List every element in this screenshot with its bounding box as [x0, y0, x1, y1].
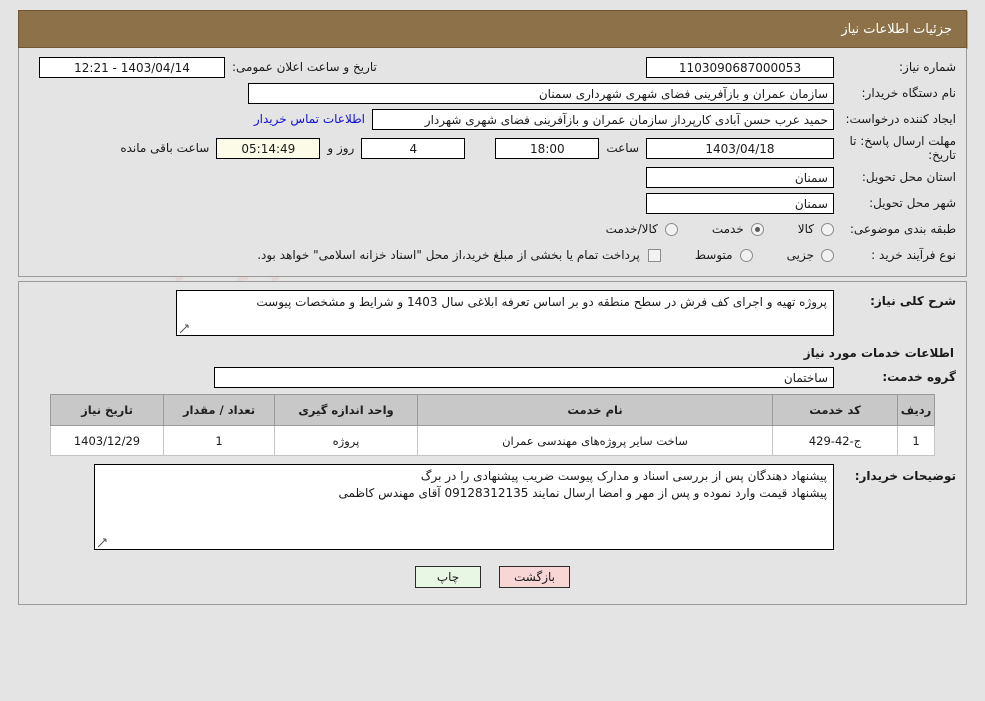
deadline-label: مهلت ارسال پاسخ: تا تاریخ:	[849, 134, 956, 162]
service-group-label: گروه خدمت:	[882, 369, 956, 384]
deadline-time-field[interactable]: 18:00	[495, 137, 600, 159]
buyer-notes-line2: پیشنهاد قیمت وارد نموده و پس از مهر و ام…	[338, 486, 828, 500]
page-title: جزئیات اطلاعات نیاز	[18, 10, 967, 48]
row-buyer-org: نام دستگاه خریدار: سازمان عمران و بازآفر…	[29, 82, 956, 104]
deadline-date-field[interactable]: 1403/04/18	[646, 137, 834, 159]
table-header-row: ردیف کد خدمت نام خدمت واحد اندازه گیری ت…	[50, 394, 935, 426]
radio-medium-icon[interactable]	[739, 248, 753, 262]
cell-qty: 1	[163, 425, 275, 456]
treasury-checkbox-wrap[interactable]: پرداخت تمام یا بخشی از مبلغ خرید،از محل …	[257, 248, 661, 262]
cell-date: 1403/12/29	[50, 425, 164, 456]
province-field[interactable]: سمنان	[646, 166, 834, 188]
description-services-panel: شرح کلی نیاز: پروژه تهیه و اجرای کف فرش …	[18, 281, 967, 605]
resize-grip-icon[interactable]	[97, 538, 107, 548]
row-need-number: شماره نیاز: 1103090687000053 تاریخ و ساع…	[29, 56, 956, 78]
buyer-notes-line1: پیشنهاد دهندگان پس از بررسی اسناد و مدار…	[420, 469, 827, 483]
detail-page: جزئیات اطلاعات نیاز شماره نیاز: 11030906…	[18, 10, 967, 605]
radio-category-service[interactable]: خدمت	[712, 222, 764, 236]
table-row: 1 ج-42-429 ساخت سایر پروژه‌های مهندسی عم…	[50, 425, 935, 456]
province-label: استان محل تحویل:	[861, 169, 956, 184]
buyer-notes-label: توضیحات خریدار:	[854, 469, 956, 483]
radio-goods-label: کالا	[797, 222, 814, 236]
services-section-title: اطلاعات خدمات مورد نیاز	[803, 346, 954, 360]
countdown-timer: 05:14:49	[216, 137, 321, 159]
need-description-textarea[interactable]: پروژه تهیه و اجرای کف فرش در سطح منطقه د…	[176, 290, 834, 336]
services-table: ردیف کد خدمت نام خدمت واحد اندازه گیری ت…	[50, 394, 935, 456]
col-date: تاریخ نیاز	[50, 394, 164, 426]
radio-minor-icon[interactable]	[821, 248, 834, 262]
category-label: طبقه بندی موضوعی:	[849, 221, 956, 236]
public-announce-field[interactable]: 1403/04/14 - 12:21	[39, 56, 225, 78]
city-field[interactable]: سمنان	[646, 192, 834, 214]
radio-goods-icon[interactable]	[821, 222, 834, 236]
public-announce-label: تاریخ و ساعت اعلان عمومی:	[232, 60, 377, 74]
remaining-days-field: 4	[361, 137, 466, 159]
radio-purchase-medium[interactable]: متوسط	[695, 248, 753, 262]
cell-code: ج-42-429	[772, 425, 898, 456]
row-city: شهر محل تحویل: سمنان	[29, 192, 956, 214]
need-number-label: شماره نیاز:	[899, 59, 956, 74]
cell-unit: پروژه	[274, 425, 418, 456]
resize-grip-icon[interactable]	[179, 324, 189, 334]
col-code: کد خدمت	[772, 394, 898, 426]
buyer-org-label: نام دستگاه خریدار:	[861, 85, 957, 100]
col-name: نام خدمت	[417, 394, 773, 426]
radio-service-label: خدمت	[711, 222, 744, 236]
radio-category-goods-service[interactable]: کالا/خدمت	[606, 222, 678, 236]
creator-field[interactable]: حمید عرب حسن آبادی کارپرداز سازمان عمران…	[372, 108, 834, 130]
col-qty: تعداد / مقدار	[163, 394, 275, 426]
city-label: شهر محل تحویل:	[869, 195, 956, 210]
buyer-notes-textarea[interactable]: پیشنهاد دهندگان پس از بررسی اسناد و مدار…	[94, 464, 834, 550]
row-purchase-type: نوع فرآیند خرید : جزیی متوسط پرداخت تمام…	[29, 244, 956, 266]
radio-medium-label: متوسط	[694, 248, 733, 262]
row-province: استان محل تحویل: سمنان	[29, 166, 956, 188]
radio-goods-service-label: کالا/خدمت	[605, 222, 658, 236]
purchase-type-label: نوع فرآیند خرید :	[871, 247, 956, 262]
radio-purchase-minor[interactable]: جزیی	[787, 248, 834, 262]
radio-category-goods[interactable]: کالا	[798, 222, 834, 236]
row-creator: ایجاد کننده درخواست: حمید عرب حسن آبادی …	[29, 108, 956, 130]
row-category: طبقه بندی موضوعی: کالا خدمت کالا/خدمت	[29, 218, 956, 240]
need-description-text: پروژه تهیه و اجرای کف فرش در سطح منطقه د…	[256, 295, 827, 309]
footer-actions: بازگشت چاپ	[29, 554, 956, 598]
services-table-wrap: ردیف کد خدمت نام خدمت واحد اندازه گیری ت…	[29, 392, 956, 464]
treasury-checkbox-label: پرداخت تمام یا بخشی از مبلغ خرید،از محل …	[257, 248, 640, 262]
col-unit: واحد اندازه گیری	[274, 394, 418, 426]
cell-index: 1	[897, 425, 935, 456]
row-service-group: گروه خدمت: ساختمان	[29, 366, 956, 388]
radio-service-icon[interactable]	[750, 222, 764, 236]
col-index: ردیف	[897, 394, 935, 426]
treasury-checkbox[interactable]	[647, 248, 661, 262]
hour-label: ساعت	[606, 141, 639, 155]
service-group-field[interactable]: ساختمان	[214, 366, 834, 388]
row-need-description: شرح کلی نیاز: پروژه تهیه و اجرای کف فرش …	[29, 290, 956, 336]
print-button[interactable]: چاپ	[415, 566, 481, 588]
days-label: روز و	[327, 141, 355, 155]
buyer-org-field[interactable]: سازمان عمران و بازآفرینی فضای شهری شهردا…	[248, 82, 834, 104]
cell-name: ساخت سایر پروژه‌های مهندسی عمران	[417, 425, 773, 456]
back-button[interactable]: بازگشت	[499, 566, 570, 588]
need-description-label: شرح کلی نیاز:	[870, 294, 956, 308]
need-number-field[interactable]: 1103090687000053	[646, 56, 834, 78]
need-info-panel: شماره نیاز: 1103090687000053 تاریخ و ساع…	[18, 48, 967, 277]
radio-minor-label: جزیی	[786, 248, 814, 262]
remaining-hours-label: ساعت باقی مانده	[120, 141, 210, 155]
buyer-contact-link[interactable]: اطلاعات تماس خریدار	[247, 112, 372, 126]
row-deadline: مهلت ارسال پاسخ: تا تاریخ: 1403/04/18 سا…	[29, 134, 956, 162]
creator-label: ایجاد کننده درخواست:	[845, 111, 956, 126]
row-buyer-notes: توضیحات خریدار: پیشنهاد دهندگان پس از بر…	[29, 464, 956, 550]
radio-goods-service-icon[interactable]	[664, 222, 678, 236]
